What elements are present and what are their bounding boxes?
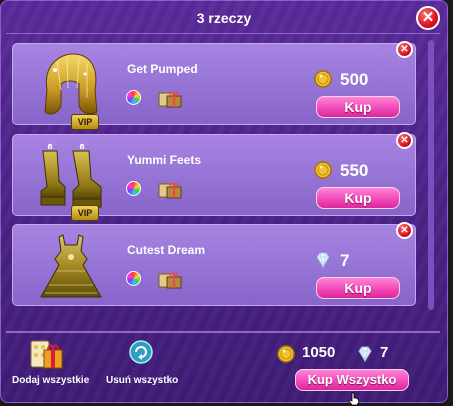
color-wheel-icon[interactable]	[126, 90, 141, 105]
add-all-label: Dodaj wszystkie	[12, 375, 90, 386]
coin-icon	[314, 161, 332, 179]
remove-item-button[interactable]: ✕	[396, 222, 413, 239]
add-to-wardrobe-icon	[30, 340, 63, 369]
gift-icon[interactable]	[158, 269, 182, 289]
buy-button[interactable]: Kup	[316, 277, 400, 299]
remove-item-button[interactable]: ✕	[396, 41, 413, 58]
close-dialog-button[interactable]: ✕	[416, 6, 440, 30]
item-name: Get Pumped	[127, 62, 198, 76]
color-wheel-icon[interactable]	[126, 271, 141, 286]
cart-item-cutest-dream: Cutest Dream 7 Kup ✕	[12, 222, 416, 306]
gift-icon[interactable]	[158, 88, 182, 108]
buy-button[interactable]: Kup	[316, 187, 400, 209]
remove-all-button[interactable]: Usuń wszystko	[106, 340, 179, 386]
item-name: Cutest Dream	[127, 243, 206, 257]
diamond-icon	[358, 346, 372, 362]
coin-icon	[277, 345, 295, 363]
footer-divider	[6, 331, 440, 333]
cart-item-yummi-feets: VIP Yummi Feets 550 Kup ✕	[12, 132, 416, 221]
gift-icon[interactable]	[158, 179, 182, 199]
dress-icon	[40, 234, 102, 298]
refresh-icon	[129, 340, 153, 364]
shopping-cart-dialog: 3 rzeczy ✕ VIP Get Pumped 500 Kup ✕ VIP …	[0, 0, 448, 403]
item-price: 500	[340, 70, 369, 89]
dialog-title: 3 rzeczy	[196, 10, 252, 26]
vip-badge: VIP	[71, 205, 99, 221]
header-divider	[6, 33, 440, 34]
item-price: 7	[340, 251, 350, 270]
buy-button[interactable]: Kup	[316, 96, 400, 118]
total-coins: 1050	[302, 344, 336, 361]
remove-item-button[interactable]: ✕	[396, 132, 413, 149]
scrollbar-thumb[interactable]	[428, 40, 434, 310]
color-wheel-icon[interactable]	[126, 181, 141, 196]
buy-all-button[interactable]: Kup Wszystko	[295, 369, 409, 391]
remove-all-label: Usuń wszystko	[106, 375, 179, 386]
total-diamonds: 7	[380, 344, 389, 361]
cart-item-get-pumped: VIP Get Pumped 500 Kup ✕	[12, 41, 416, 130]
hair-icon	[44, 53, 98, 115]
add-all-button[interactable]: Dodaj wszystkie	[12, 338, 90, 386]
item-price: 550	[340, 161, 369, 180]
diamond-icon	[316, 252, 330, 268]
coin-icon	[314, 70, 332, 88]
hand-cursor-icon	[348, 392, 360, 406]
item-name: Yummi Feets	[127, 153, 202, 167]
vip-badge: VIP	[71, 114, 99, 130]
boots-icon	[40, 143, 102, 208]
